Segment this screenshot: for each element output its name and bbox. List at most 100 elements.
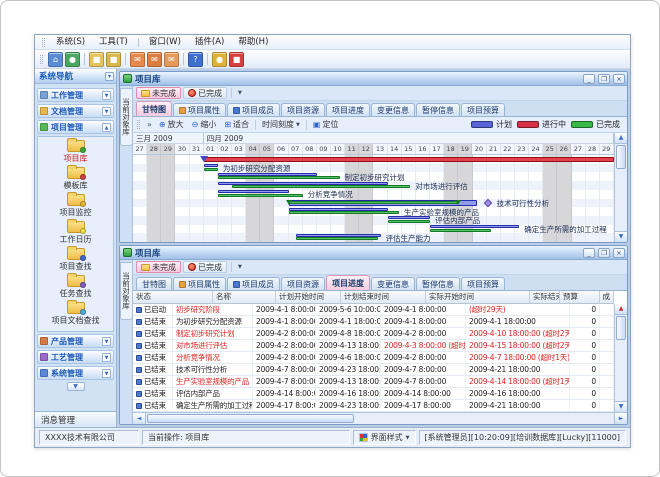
tab[interactable]: 项目属性 <box>173 277 226 290</box>
scroll-thumb[interactable] <box>616 316 626 340</box>
chevron-up-icon[interactable]: ▲ <box>102 123 111 132</box>
menu-item[interactable]: 插件(A) <box>188 35 231 49</box>
table-row[interactable]: 已结束 生产实验室规模的产品 2009-4-7 8:00:00 2009-4-1… <box>133 376 614 388</box>
column-header[interactable]: 计划开始时间 <box>276 291 341 304</box>
computer-icon[interactable]: ⌂ <box>48 52 63 67</box>
chevron-down-icon[interactable]: ▼ <box>102 107 111 116</box>
sidebar-tab-messages[interactable]: 消息管理 <box>35 411 116 427</box>
tab[interactable]: 项目进度 <box>326 103 370 116</box>
column-header[interactable]: 实际开始时间 <box>426 291 530 304</box>
gantt-actual-bar[interactable] <box>232 185 410 188</box>
minimize-button[interactable]: _ <box>583 248 595 258</box>
scroll-left-arrow[interactable]: ◄ <box>133 413 146 424</box>
menu-item[interactable]: 系统(S) <box>49 35 92 49</box>
gantt-actual-bar[interactable] <box>218 194 303 197</box>
sidebar-item[interactable]: 项目查找 <box>60 248 92 272</box>
scroll-down-arrow[interactable]: ▼ <box>615 231 627 242</box>
lock-icon[interactable]: ● <box>212 52 227 67</box>
scroll-thumb[interactable] <box>147 414 354 423</box>
table-row[interactable]: 已启动 初步研究阶段 2009-4-1 8:00:00 2009-5-6 10:… <box>133 304 614 316</box>
column-header[interactable]: 实际结束时间 <box>530 291 560 304</box>
gantt-plan-bar[interactable] <box>204 164 218 167</box>
column-header[interactable]: 名称 <box>213 291 276 304</box>
close-button[interactable]: × <box>613 248 625 258</box>
help-icon[interactable]: ? <box>188 52 203 67</box>
tab[interactable]: 暂停信息 <box>416 103 460 116</box>
gantt-plan-bar[interactable] <box>388 216 430 219</box>
column-header[interactable]: 状态 <box>133 291 213 304</box>
sidebar-item[interactable]: 模板库 <box>64 167 88 191</box>
filter-button[interactable]: 已完成 <box>183 261 227 273</box>
gantt-actual-bar[interactable] <box>430 229 491 232</box>
overflow-chevron[interactable]: » <box>147 120 152 129</box>
sidebar-section[interactable]: 工作管理▼ <box>37 88 114 102</box>
gantt-tool-button[interactable]: ▣定位 <box>309 118 343 131</box>
current-objects-vertical-tab[interactable]: 当前对象库 <box>120 262 133 320</box>
restore-button[interactable]: ❐ <box>598 248 610 258</box>
tab[interactable]: 项目资源 <box>281 103 325 116</box>
column-header[interactable]: 计划结束时间 <box>341 291 426 304</box>
table-row[interactable]: 已结束 为初步研究分配资源 2009-4-1 8:00:00 2009-4-1 … <box>133 316 614 328</box>
sidebar-item[interactable]: 项目文档查找 <box>52 302 100 326</box>
gantt-tool-button[interactable]: ⊖缩小 <box>188 118 221 131</box>
sidebar-item[interactable]: 项目库 <box>64 140 88 164</box>
gantt-tool-button[interactable]: ⊞适合 <box>220 118 253 131</box>
menu-item[interactable]: 帮助(H) <box>231 35 275 49</box>
gantt-actual-bar[interactable] <box>289 201 459 204</box>
gantt-actual-bar[interactable] <box>289 211 399 214</box>
globe-icon[interactable]: ● <box>65 52 80 67</box>
tab[interactable]: 甘特图 <box>136 277 172 290</box>
table-row[interactable]: 已结束 评估内部产品 2009-4-14 8:00:00 2009-4-16 1… <box>133 388 614 400</box>
folder-open-icon[interactable]: ■ <box>89 52 104 67</box>
exit-icon[interactable]: ■ <box>229 52 244 67</box>
column-header[interactable]: 成 <box>600 291 615 304</box>
gantt-vertical-scrollbar[interactable]: ▲ ▼ <box>614 133 627 242</box>
tab[interactable]: 甘特图 <box>136 101 172 116</box>
tab[interactable]: 变更信息 <box>371 103 415 116</box>
tab[interactable]: 项目属性 <box>173 103 226 116</box>
gantt-tool-button[interactable]: ⊕放大 <box>155 118 188 131</box>
filter-button[interactable]: 未完成 <box>136 261 181 273</box>
scroll-right-arrow[interactable]: ► <box>614 413 627 424</box>
interface-style-button[interactable]: 界面样式 ▼ <box>353 430 416 445</box>
gantt-actual-bar[interactable] <box>218 176 340 179</box>
table-row[interactable]: 已结束 技术可行性分析 2009-4-7 8:00:00 2009-4-23 1… <box>133 364 614 376</box>
mail-import-icon[interactable]: ✉ <box>147 52 162 67</box>
mail-send-icon[interactable]: ✉ <box>164 52 179 67</box>
chevron-down-icon[interactable]: ▼ <box>102 353 111 362</box>
tab[interactable]: 项目预算 <box>461 103 505 116</box>
table-row[interactable]: 已结束 确定生产所需的加工过程 2009-4-17 8:00:00 2009-4… <box>133 400 614 412</box>
separator[interactable] <box>84 53 85 65</box>
sidebar-collapse-button[interactable]: ▾ <box>105 72 114 81</box>
tab[interactable]: 项目进度 <box>326 275 370 290</box>
sidebar-section[interactable]: 产品管理▼ <box>37 334 114 348</box>
gantt-plan-bar[interactable] <box>218 190 289 193</box>
sidebar-item[interactable]: 任务查找 <box>60 275 92 299</box>
chevron-down-icon[interactable]: ▼ <box>236 90 244 96</box>
sidebar-section[interactable]: 系统管理▼ <box>37 366 114 380</box>
table-row[interactable]: 已结束 对市场进行评估 2009-4-2 8:00:00 2009-4-13 1… <box>133 340 614 352</box>
tab[interactable]: 项目成员 <box>227 277 280 290</box>
gantt-actual-bar[interactable] <box>296 237 378 240</box>
close-button[interactable]: × <box>613 74 625 84</box>
restore-button[interactable]: ❐ <box>598 74 610 84</box>
gantt-tool-button[interactable]: 时间刻度▼ <box>258 118 304 131</box>
chevron-down-icon[interactable]: ▼ <box>102 337 111 346</box>
menu-item[interactable]: 窗口(W) <box>142 35 188 49</box>
menu-item[interactable]: 工具(T) <box>92 35 135 49</box>
sidebar-section-project[interactable]: 项目管理 ▲ <box>37 120 114 134</box>
sidebar-section[interactable]: 文档管理▼ <box>37 104 114 118</box>
table-vertical-scrollbar[interactable]: ▲ ▼ <box>614 304 627 412</box>
separator[interactable] <box>125 53 126 65</box>
gantt-actual-bar[interactable] <box>388 220 430 223</box>
chevron-down-icon[interactable]: ▼ <box>236 264 244 270</box>
tab[interactable]: 变更信息 <box>371 277 415 290</box>
separator[interactable] <box>183 53 184 65</box>
column-header[interactable]: 预算 <box>560 291 600 304</box>
sidebar-overflow-button[interactable]: ▼ <box>67 382 85 391</box>
table-row[interactable]: 已结束 制定初步研究计划 2009-4-2 8:00:00 2009-4-8 1… <box>133 328 614 340</box>
scroll-thumb[interactable] <box>616 145 626 169</box>
sidebar-item[interactable]: 工作日历 <box>60 221 92 245</box>
scroll-down-arrow[interactable]: ▼ <box>615 401 627 412</box>
tab[interactable]: 暂停信息 <box>416 277 460 290</box>
